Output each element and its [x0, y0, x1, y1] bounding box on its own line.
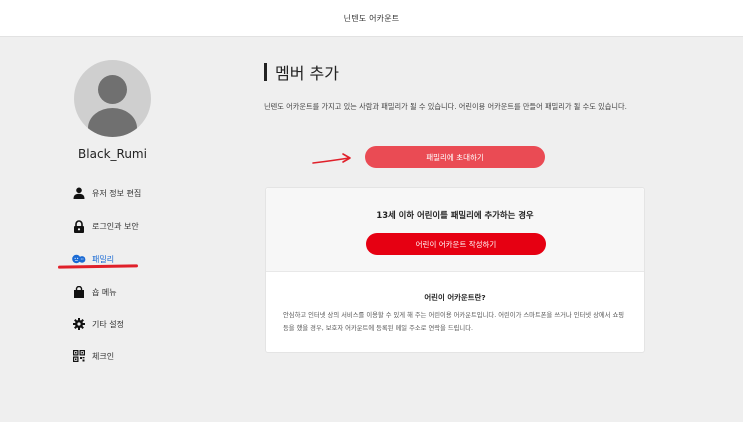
- card-subheading: 어린이 어카운트란?: [424, 293, 486, 302]
- card-body-text: 안심하고 인터넷 상의 서비스를 이용할 수 있게 해 주는 어린이용 어카운트…: [283, 312, 625, 332]
- page-title-text: 멤버 추가: [275, 64, 339, 83]
- card-heading: 13세 이하 어린이를 패밀리에 추가하는 경우: [376, 210, 534, 220]
- shopping-bag-icon: [72, 285, 86, 299]
- sidebar-item-label: 패밀리: [92, 254, 115, 264]
- brand-title[interactable]: 닌텐도 어카운트: [344, 13, 400, 24]
- sidebar-item-label: 기타 설정: [92, 319, 124, 329]
- sidebar-item-shop-menu[interactable]: 숍 메뉴: [72, 283, 182, 301]
- page-title: 멤버 추가: [264, 60, 339, 84]
- gear-icon: [72, 317, 86, 331]
- avatar[interactable]: [74, 60, 151, 137]
- child-account-card: 13세 이하 어린이를 패밀리에 추가하는 경우 어린이 어카운트 작성하기 어…: [265, 187, 645, 353]
- top-bar: 닌텐도 어카운트: [0, 0, 743, 37]
- qr-icon: [72, 349, 86, 363]
- annotation-arrow-icon: [312, 153, 351, 164]
- sidebar-item-edit-profile[interactable]: 유저 정보 편집: [72, 184, 182, 202]
- sidebar-item-login-security[interactable]: 로그인과 보안: [72, 217, 182, 235]
- avatar-body: [88, 108, 137, 137]
- sidebar-item-check-in[interactable]: 체크인: [72, 347, 182, 365]
- annotation-underline: [57, 264, 139, 269]
- sidebar-item-other-settings[interactable]: 기타 설정: [72, 315, 182, 333]
- invite-family-button[interactable]: 패밀리에 초대하기: [365, 146, 545, 168]
- lock-icon: [72, 219, 86, 233]
- person-icon: [72, 186, 86, 200]
- sidebar-item-label: 숍 메뉴: [92, 287, 117, 297]
- create-child-account-button[interactable]: 어린이 어카운트 작성하기: [366, 233, 546, 255]
- card-top-section: 13세 이하 어린이를 패밀리에 추가하는 경우 어린이 어카운트 작성하기: [266, 188, 644, 272]
- sidebar-item-label: 체크인: [92, 351, 115, 361]
- sidebar-item-label: 로그인과 보안: [92, 221, 139, 231]
- username: Black_Rumi: [78, 147, 147, 161]
- sidebar-item-label: 유저 정보 편집: [92, 188, 142, 198]
- family-icon: [72, 252, 86, 266]
- title-bar: [264, 63, 267, 81]
- avatar-head: [98, 75, 127, 104]
- description: 닌텐도 어카운트를 가지고 있는 사람과 패밀리가 될 수 있습니다. 어린이용…: [264, 102, 627, 111]
